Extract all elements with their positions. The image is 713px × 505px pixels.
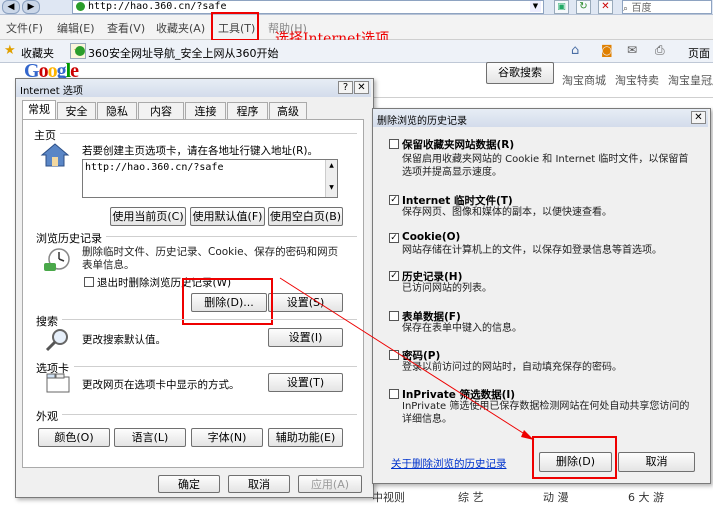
annotation-arrow <box>279 277 535 441</box>
